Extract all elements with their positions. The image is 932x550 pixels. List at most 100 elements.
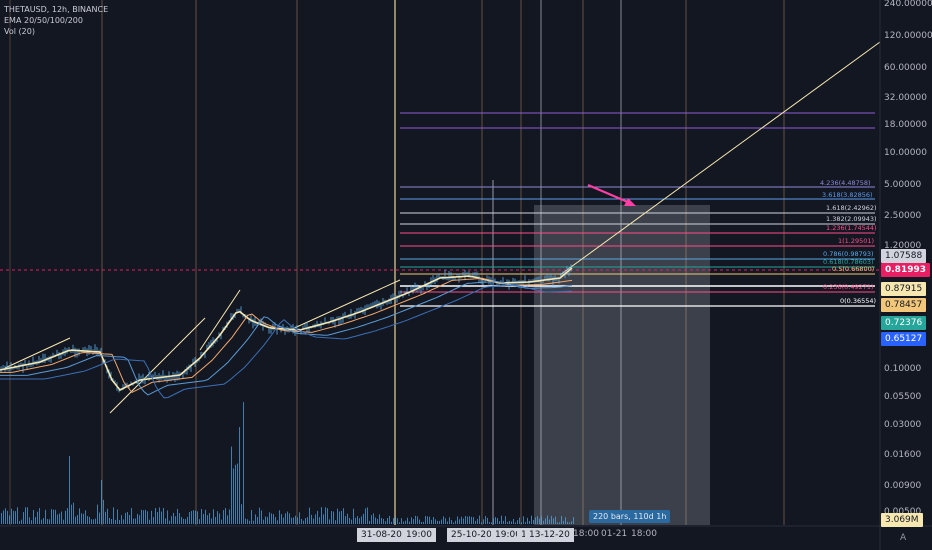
- trend-lines[interactable]: [4, 41, 881, 414]
- volume-bar: [523, 516, 524, 524]
- volume-bar: [417, 516, 418, 524]
- volume-bar: [65, 510, 66, 524]
- volume-bar: [139, 515, 140, 524]
- volume-bar: [225, 508, 226, 524]
- volume-bar: [407, 517, 408, 524]
- volume-bar: [573, 517, 574, 524]
- volume-bar: [159, 507, 160, 524]
- volume-bar: [67, 508, 68, 524]
- volume-bar: [517, 520, 518, 524]
- volume-bar: [85, 510, 86, 524]
- volume-bar: [357, 516, 358, 524]
- volume-bar: [325, 507, 326, 524]
- volume-bar: [93, 519, 94, 524]
- pink-arrow[interactable]: [587, 183, 636, 206]
- volume-bar: [393, 518, 394, 524]
- volume-indicator-label[interactable]: Vol (20): [4, 26, 108, 37]
- volume-bar: [175, 516, 176, 524]
- volume-bar: [69, 456, 70, 524]
- volume-bar: [137, 513, 138, 524]
- volume-bar: [291, 517, 292, 524]
- volume-bar: [201, 509, 202, 524]
- volume-bar: [313, 518, 314, 524]
- volume-bar: [215, 516, 216, 524]
- volume-bar: [37, 511, 38, 524]
- volume-bar: [187, 516, 188, 524]
- volume-bar: [199, 519, 200, 524]
- volume-bar: [487, 517, 488, 524]
- date-range-box[interactable]: [534, 205, 710, 525]
- volume-bar: [375, 517, 376, 524]
- volume-bar: [155, 507, 156, 524]
- volume-bar: [77, 514, 78, 524]
- volume-bar: [513, 518, 514, 524]
- volume-bar: [457, 516, 458, 524]
- volume-bar: [449, 517, 450, 524]
- volume-bar: [347, 513, 348, 524]
- volume-bar: [245, 518, 246, 524]
- volume-bar: [509, 520, 510, 524]
- volume-bar: [381, 517, 382, 524]
- price-tick: 120.00000: [884, 31, 932, 41]
- volume-bar: [413, 519, 414, 524]
- time-axis-label: 01-21: [601, 529, 628, 539]
- volume-bar: [541, 516, 542, 524]
- volume-bar: [9, 515, 10, 524]
- volume-bar: [525, 522, 526, 524]
- volume-bar: [193, 510, 194, 524]
- volume-bar: [91, 519, 92, 524]
- price-tick: 0.10000: [884, 364, 922, 374]
- volume-bar: [493, 518, 494, 524]
- price-tick: 2.50000: [884, 211, 922, 221]
- fib-level-label: 0.236(0.49271): [823, 283, 874, 291]
- volume-bar: [35, 517, 36, 524]
- chart-legend[interactable]: THETAUSD, 12h, BINANCE EMA 20/50/100/200…: [4, 4, 108, 37]
- volume-bar: [359, 518, 360, 524]
- range-info-badge: 220 bars, 110d 1h: [589, 510, 671, 523]
- volume-bar: [305, 518, 306, 524]
- volume-bar: [125, 512, 126, 524]
- volume-bar: [109, 517, 110, 524]
- chart-canvas[interactable]: [0, 0, 932, 550]
- volume-bar: [309, 507, 310, 524]
- volume-bar: [273, 514, 274, 524]
- volume-bar: [241, 504, 242, 524]
- volume-bar: [299, 512, 300, 524]
- volume-bar: [23, 512, 24, 524]
- time-axis-label: 18:00: [573, 529, 599, 539]
- volume-bar: [427, 516, 428, 524]
- volume-bar: [49, 519, 50, 524]
- volume-bar: [153, 517, 154, 524]
- volume-bar: [557, 522, 558, 524]
- volume-bar: [521, 522, 522, 524]
- volume-bar: [63, 519, 64, 524]
- ema-indicator-label[interactable]: EMA 20/50/100/200: [4, 15, 108, 26]
- volume-bar: [133, 518, 134, 524]
- volume-bar: [409, 521, 410, 524]
- volume-bars: [1, 402, 574, 524]
- volume-bar: [515, 522, 516, 524]
- volume-bar: [157, 512, 158, 524]
- volume-bar: [289, 513, 290, 524]
- fib-level-label: 0(0.36554): [840, 297, 877, 305]
- symbol-title[interactable]: THETAUSD, 12h, BINANCE: [4, 4, 108, 15]
- auto-scale-button[interactable]: A: [900, 533, 906, 543]
- volume-bar: [165, 518, 166, 524]
- volume-bar: [51, 509, 52, 524]
- volume-bar: [285, 513, 286, 524]
- volume-bar: [483, 519, 484, 524]
- volume-bar: [465, 515, 466, 524]
- volume-bar: [243, 402, 244, 524]
- volume-bar: [119, 520, 120, 524]
- volume-bar: [39, 508, 40, 524]
- price-label-box: 0.72376: [881, 316, 927, 330]
- volume-bar: [443, 516, 444, 524]
- volume-bar: [87, 516, 88, 524]
- volume-bar: [455, 520, 456, 524]
- volume-bar: [107, 508, 108, 524]
- volume-bar: [191, 511, 192, 524]
- volume-bar: [337, 508, 338, 524]
- volume-bar: [237, 463, 238, 524]
- volume-bar: [145, 509, 146, 524]
- volume-bar: [269, 512, 270, 524]
